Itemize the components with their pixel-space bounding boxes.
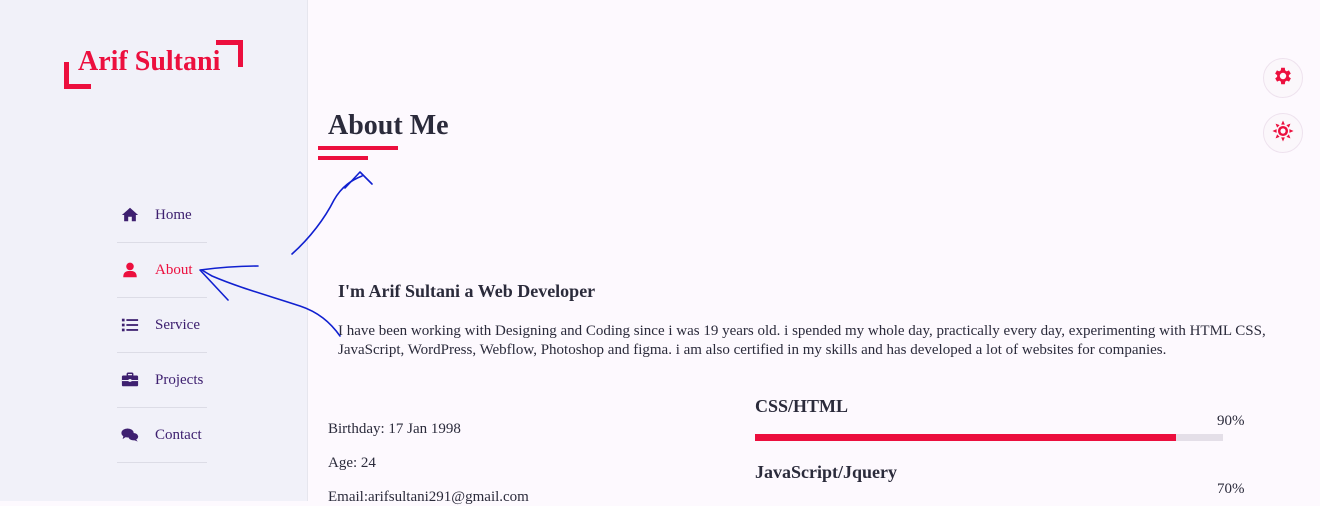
- user-icon: [121, 261, 147, 279]
- arrow-to-title-head: [344, 171, 373, 189]
- page-title: About Me: [328, 110, 449, 141]
- sidebar-nav: Home About Service Projects Contact: [117, 188, 207, 463]
- sidebar-item-projects[interactable]: Projects: [117, 353, 207, 408]
- skill-bar-fill: [755, 434, 1177, 441]
- sidebar-item-label: Service: [155, 316, 200, 333]
- sidebar-item-label: Home: [155, 206, 192, 223]
- sidebar-item-contact[interactable]: Contact: [117, 408, 207, 463]
- skill-name: JavaScript/Jquery: [755, 462, 897, 482]
- home-icon: [121, 206, 147, 224]
- age-text: Age: 24: [328, 455, 376, 471]
- title-underline-short: [318, 156, 368, 160]
- list-icon: [121, 316, 147, 334]
- skill-bar: [755, 434, 1223, 441]
- sidebar: Arif Sultani Home About Service Projects: [0, 0, 308, 501]
- skill-percent: 90%: [1217, 413, 1245, 429]
- sidebar-item-label: Contact: [155, 426, 202, 443]
- skill-name: CSS/HTML: [755, 396, 849, 416]
- title-underline: [318, 146, 398, 150]
- about-description: I have been working with Designing and C…: [338, 323, 1266, 358]
- birthday-text: Birthday: 17 Jan 1998: [328, 421, 461, 437]
- sidebar-item-home[interactable]: Home: [117, 188, 207, 243]
- skill-percent: 70%: [1217, 481, 1245, 497]
- chat-icon: [121, 426, 147, 444]
- logo-text: Arif Sultani: [78, 46, 221, 77]
- logo[interactable]: Arif Sultani: [64, 40, 244, 89]
- sidebar-item-label: About: [155, 261, 193, 278]
- email-text: Email:arifsultani291@gmail.com: [328, 489, 529, 505]
- gear-button[interactable]: [1263, 58, 1303, 98]
- sidebar-item-about[interactable]: About: [117, 243, 207, 298]
- about-subheading: I'm Arif Sultani a Web Developer: [338, 281, 596, 301]
- gear-icon: [1272, 65, 1294, 92]
- sun-icon: [1272, 119, 1294, 147]
- sidebar-item-service[interactable]: Service: [117, 298, 207, 353]
- briefcase-icon: [121, 371, 147, 389]
- sidebar-item-label: Projects: [155, 371, 204, 388]
- theme-toggle-button[interactable]: [1263, 113, 1303, 153]
